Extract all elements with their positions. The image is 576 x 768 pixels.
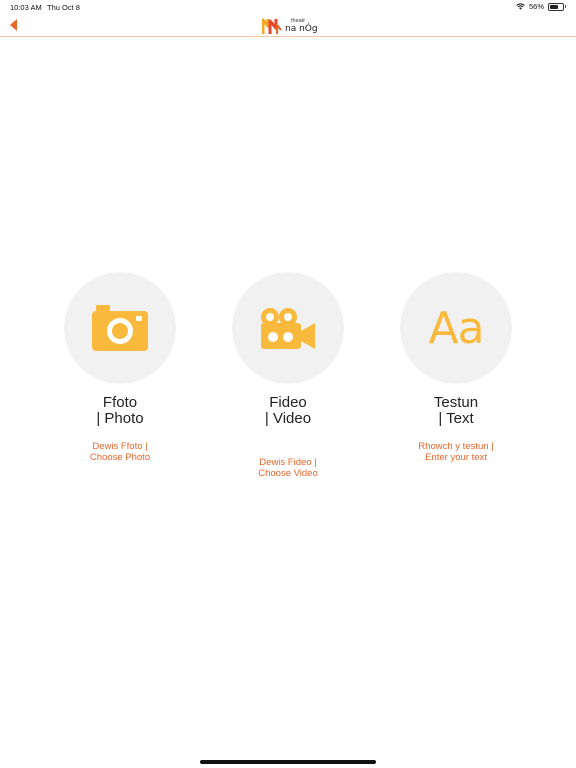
logo-text-bottom: na nÓg: [285, 24, 318, 34]
back-arrow-icon: [10, 19, 17, 31]
photo-title-english: | Photo: [96, 410, 144, 427]
battery-percent: 56%: [528, 2, 544, 11]
text-subtitle-english: Enter your text: [425, 452, 487, 463]
video-title: Fideo | Video: [204, 395, 372, 427]
status-date: Thu Oct 8: [47, 3, 80, 12]
status-time: 10:03 AM: [10, 3, 42, 12]
video-title-english: | Video: [264, 410, 312, 427]
video-subtitle-welsh: Dewis Fideo |: [259, 457, 317, 468]
photo-subtitle-english: Choose Photo: [89, 452, 151, 463]
logo-text: theatr na nÓg: [285, 17, 318, 35]
text-button[interactable]: Aa: [400, 272, 512, 384]
text-title-welsh: Testun: [433, 394, 479, 411]
photo-button[interactable]: [64, 272, 176, 384]
text-title-english: | Text: [438, 410, 474, 427]
photo-subtitle-welsh: Dewis Ffoto |: [92, 441, 148, 452]
logo-mark-icon: [262, 17, 282, 35]
photo-title-welsh: Ffoto: [102, 394, 138, 411]
option-text: Aa Testun | Text Rhowch y testun | Enter…: [372, 272, 540, 463]
video-camera-icon: [261, 308, 315, 349]
video-title-welsh: Fideo: [269, 394, 307, 411]
text-subtitle-welsh: Rhowch y testun |: [418, 441, 494, 452]
video-subtitle-english: Choose Video: [258, 468, 318, 479]
photo-subtitle[interactable]: Dewis Ffoto | Choose Photo: [36, 441, 204, 463]
home-indicator[interactable]: [200, 760, 376, 764]
wifi-icon: [516, 3, 525, 10]
text-aa-icon: Aa: [428, 302, 484, 354]
option-photo: Ffoto | Photo Dewis Ffoto | Choose Photo: [36, 272, 204, 463]
text-subtitle[interactable]: Rhowch y testun | Enter your text: [372, 441, 540, 463]
nav-bar: theatr na nÓg: [0, 14, 576, 37]
status-bar: 10:03 AM Thu Oct 8 56%: [0, 0, 576, 14]
photo-title: Ffoto | Photo: [36, 395, 204, 427]
option-video: Fideo | Video Dewis Fideo | Choose Video: [204, 272, 372, 479]
status-right: 56%: [516, 2, 566, 11]
back-button[interactable]: [6, 17, 22, 33]
camera-icon: [92, 305, 148, 351]
theatr-na-nog-logo: theatr na nÓg: [262, 15, 318, 35]
video-button[interactable]: [232, 272, 344, 384]
text-title: Testun | Text: [372, 395, 540, 427]
battery-icon: [548, 2, 566, 11]
video-subtitle[interactable]: Dewis Fideo | Choose Video: [204, 457, 372, 479]
